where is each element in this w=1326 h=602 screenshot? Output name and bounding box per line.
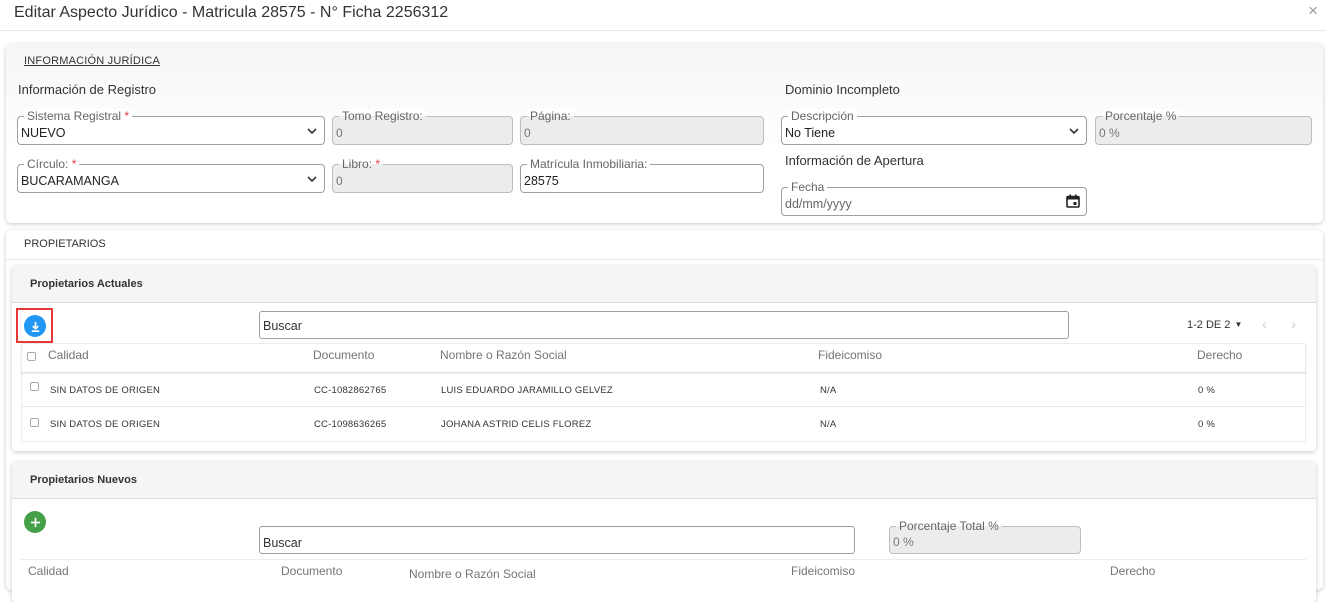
porcentaje-value: 0 % <box>1099 126 1120 140</box>
close-icon[interactable]: × <box>1308 1 1318 21</box>
cell-documento: CC-1082862765 <box>314 385 387 396</box>
cell-fideicomiso: N/A <box>820 385 837 396</box>
libro-value: 0 <box>336 174 343 188</box>
fecha-label: Fecha <box>788 180 828 194</box>
circulo-label: Círculo: * <box>24 157 80 171</box>
title-divider <box>0 30 1326 31</box>
download-icon <box>31 321 39 332</box>
matricula-inmobiliaria-label: Matrícula Inmobiliaria: <box>527 157 651 171</box>
porcentaje-label: Porcentaje % <box>1102 109 1180 123</box>
pagination-label: 1-2 DE 2 <box>1187 319 1231 331</box>
fecha-input[interactable]: Fecha dd/mm/yyyy <box>781 180 1087 216</box>
cell-documento: CC-1098636265 <box>314 419 387 430</box>
matricula-inmobiliaria-value: 28575 <box>524 174 559 188</box>
caret-down-icon: ▼ <box>1234 320 1243 329</box>
libro-label: Libro: * <box>339 157 384 171</box>
calendar-icon[interactable] <box>1066 194 1080 208</box>
descripcion-select[interactable]: Descripción No Tiene <box>781 109 1087 145</box>
pagina-value: 0 <box>524 126 531 140</box>
circulo-select[interactable]: Círculo: * BUCARAMANGA <box>17 157 325 193</box>
cell-fideicomiso: N/A <box>820 419 837 430</box>
col-derecho[interactable]: Derecho <box>1110 564 1155 578</box>
col-nombre[interactable]: Nombre o Razón Social <box>440 348 567 362</box>
cell-nombre: JOHANA ASTRID CELIS FLOREZ <box>441 419 592 430</box>
chevron-down-icon <box>307 128 317 135</box>
porcentaje-field[interactable]: Porcentaje % 0 % <box>1095 109 1312 145</box>
row-checkbox[interactable] <box>30 382 39 391</box>
sistema-registral-label: Sistema Registral * <box>24 109 133 123</box>
tomo-registro-value: 0 <box>336 126 343 140</box>
cell-calidad: SIN DATOS DE ORIGEN <box>50 419 161 430</box>
cell-derecho: 0 % <box>1198 419 1215 430</box>
descripcion-label: Descripción <box>788 109 857 123</box>
actuales-pagination[interactable]: 1-2 DE 2 ▼ <box>1187 319 1242 331</box>
juridica-section-title[interactable]: INFORMACIÓN JURÍDICA <box>24 55 160 67</box>
cell-nombre: LUIS EDUARDO JARAMILLO GELVEZ <box>441 385 613 396</box>
actuales-header-bg <box>12 266 1316 303</box>
porcentaje-total-value: 0 % <box>893 535 914 549</box>
actuales-title: Propietarios Actuales <box>30 278 143 290</box>
col-documento[interactable]: Documento <box>281 564 342 578</box>
select-all-checkbox[interactable] <box>27 352 36 361</box>
dialog-title: Editar Aspecto Jurídico - Matricula 2857… <box>14 4 449 21</box>
chevron-down-icon <box>307 176 317 183</box>
sistema-registral-select[interactable]: Sistema Registral * NUEVO <box>17 109 325 145</box>
add-owner-button[interactable] <box>24 511 46 533</box>
pagina-field[interactable]: Página: 0 <box>520 109 764 145</box>
col-derecho[interactable]: Derecho <box>1197 348 1242 362</box>
matricula-inmobiliaria-field[interactable]: Matrícula Inmobiliaria: 28575 <box>520 157 764 193</box>
propietarios-divider <box>6 259 1323 260</box>
col-calidad[interactable]: Calidad <box>28 564 69 578</box>
cell-derecho: 0 % <box>1198 385 1215 396</box>
dominio-title: Dominio Incompleto <box>785 82 900 97</box>
col-fideicomiso[interactable]: Fideicomiso <box>791 564 855 578</box>
propietarios-section-title: PROPIETARIOS <box>24 238 106 250</box>
prev-page-icon[interactable]: ‹ <box>1262 316 1267 333</box>
table-row[interactable] <box>22 408 1305 441</box>
col-fideicomiso[interactable]: Fideicomiso <box>818 348 882 362</box>
registro-title: Información de Registro <box>18 82 157 97</box>
nuevos-title: Propietarios Nuevos <box>30 474 137 486</box>
chevron-down-icon <box>1069 128 1079 135</box>
descripcion-value: No Tiene <box>785 126 836 140</box>
actuales-search-placeholder: Buscar <box>263 319 302 333</box>
download-button[interactable] <box>24 315 46 337</box>
fecha-placeholder: dd/mm/yyyy <box>785 197 852 211</box>
apertura-title: Información de Apertura <box>785 153 924 168</box>
next-page-icon[interactable]: › <box>1291 316 1296 333</box>
tomo-registro-field[interactable]: Tomo Registro: 0 <box>332 109 513 145</box>
nuevos-search-placeholder: Buscar <box>263 536 302 550</box>
col-documento[interactable]: Documento <box>313 348 374 362</box>
circulo-value: BUCARAMANGA <box>21 174 119 188</box>
plus-icon <box>30 517 40 527</box>
row-checkbox[interactable] <box>30 418 39 427</box>
table-row[interactable] <box>22 374 1305 407</box>
libro-field[interactable]: Libro: * 0 <box>332 157 513 193</box>
cell-calidad: SIN DATOS DE ORIGEN <box>50 385 161 396</box>
actuales-header-row <box>21 343 1306 373</box>
actuales-search-input[interactable]: Buscar <box>259 311 1069 339</box>
nuevos-search-input[interactable]: Buscar <box>259 526 855 554</box>
porcentaje-total-label: Porcentaje Total % <box>896 519 1002 533</box>
nuevos-header-bg <box>12 462 1316 499</box>
pagina-label: Página: <box>527 109 574 123</box>
col-calidad[interactable]: Calidad <box>48 348 89 362</box>
sistema-registral-value: NUEVO <box>21 126 66 140</box>
porcentaje-total-field[interactable]: Porcentaje Total % 0 % <box>889 519 1081 554</box>
tomo-registro-label: Tomo Registro: <box>339 109 426 123</box>
